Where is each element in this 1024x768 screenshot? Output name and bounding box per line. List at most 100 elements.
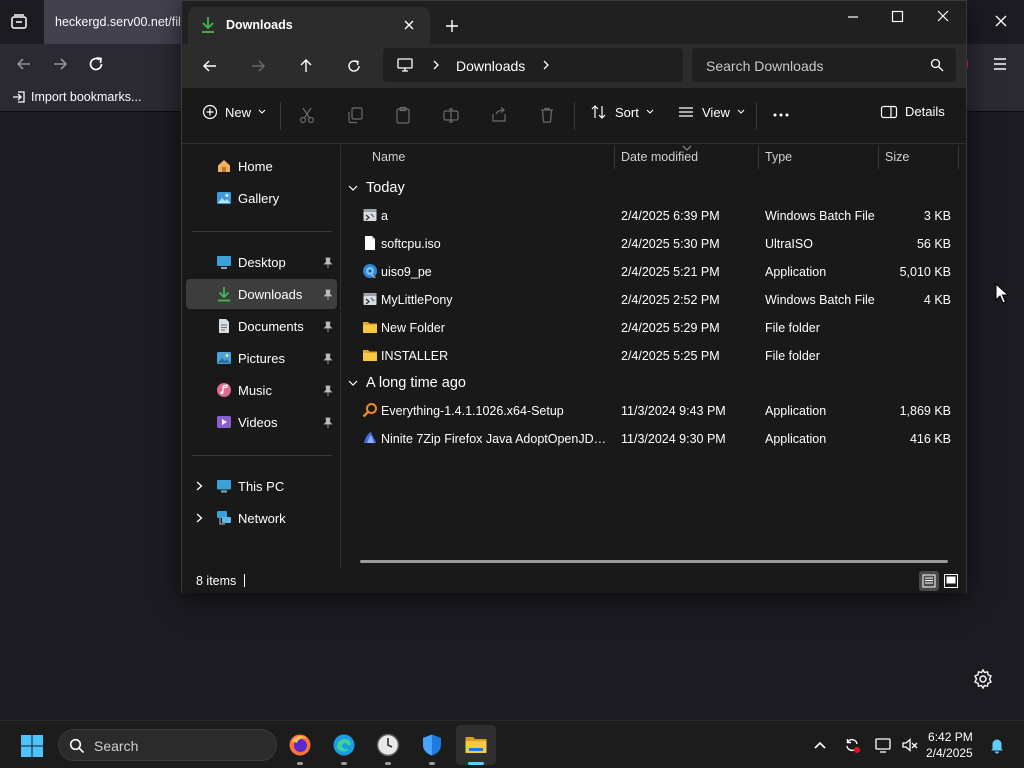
import-bookmarks-button[interactable]: Import bookmarks... [12, 90, 141, 104]
nav-item-pictures[interactable]: Pictures [186, 343, 337, 373]
nav-item-music[interactable]: Music [186, 375, 337, 405]
system-clock[interactable]: 6:42 PM 2/4/2025 [926, 729, 973, 761]
sort-arrows-icon [591, 105, 606, 119]
taskbar-app-edge[interactable] [324, 725, 364, 765]
tiles-view-button[interactable] [941, 571, 961, 591]
column-date-label: Date modified [621, 150, 699, 164]
more-options-icon[interactable] [772, 106, 790, 124]
taskbar-app-firefox[interactable] [280, 725, 320, 765]
file-row[interactable]: MyLittlePony 2/4/2025 2:52 PM Windows Ba… [342, 285, 962, 313]
explorer-tab[interactable]: Downloads [188, 7, 430, 44]
sync-icon[interactable] [843, 736, 861, 754]
pin-icon[interactable] [323, 385, 333, 396]
file-size: 3 KB [923, 209, 951, 223]
file-row[interactable]: New Folder 2/4/2025 5:29 PM File folder [342, 313, 962, 341]
file-date: 2/4/2025 2:52 PM [621, 293, 720, 307]
search-input[interactable]: Search Downloads [692, 48, 956, 82]
details-pane-button[interactable]: Details [880, 104, 945, 119]
new-label: New [225, 104, 252, 120]
reload-icon[interactable] [86, 54, 106, 74]
nav-label-home: Home [238, 159, 273, 174]
column-header-size[interactable]: Size [879, 145, 959, 169]
chevron-up-icon[interactable] [811, 736, 829, 754]
new-button[interactable]: New [202, 104, 266, 120]
nav-item-gallery[interactable]: Gallery [186, 183, 337, 213]
toolbar-divider [280, 102, 281, 130]
nav-item-downloads[interactable]: Downloads [186, 279, 337, 309]
pin-icon[interactable] [323, 353, 333, 364]
chevron-right-icon[interactable] [431, 60, 441, 70]
edge-icon [333, 734, 355, 756]
everything-app-icon [362, 403, 377, 418]
taskbar-app-security[interactable] [412, 725, 452, 765]
up-arrow-icon[interactable] [296, 56, 316, 76]
pin-icon[interactable] [323, 321, 333, 332]
windows-start-icon[interactable] [20, 734, 44, 758]
forward-arrow-icon[interactable] [248, 56, 268, 76]
paste-icon[interactable] [394, 106, 412, 124]
nav-item-desktop[interactable]: Desktop [186, 247, 337, 277]
sort-button[interactable]: Sort [590, 104, 654, 120]
file-row[interactable]: uiso9_pe 2/4/2025 5:21 PM Application 5,… [342, 257, 962, 285]
share-icon[interactable] [490, 106, 508, 124]
chevron-right-icon[interactable] [195, 481, 204, 491]
maximize-icon[interactable] [886, 7, 908, 27]
cut-icon[interactable] [298, 106, 316, 124]
taskbar-search-box[interactable]: Search [58, 729, 277, 761]
file-row[interactable]: a 2/4/2025 6:39 PM Windows Batch File 3 … [342, 201, 962, 229]
video-icon [217, 416, 231, 428]
details-view-button[interactable] [919, 571, 939, 591]
new-tab-plus-icon[interactable] [444, 18, 460, 34]
file-row[interactable]: INSTALLER 2/4/2025 5:25 PM File folder [342, 341, 962, 369]
trash-icon[interactable] [538, 106, 556, 124]
file-row[interactable]: Ninite 7Zip Firefox Java AdoptOpenJDK x.… [342, 424, 962, 452]
close-window-icon[interactable] [932, 7, 954, 27]
clock-date: 2/4/2025 [926, 746, 973, 760]
folder-icon [363, 322, 377, 333]
nav-item-videos[interactable]: Videos [186, 407, 337, 437]
forward-arrow-icon[interactable] [50, 54, 70, 74]
address-path-box[interactable]: Downloads [383, 48, 683, 82]
taskbar-app-file-explorer[interactable] [456, 725, 496, 765]
taskbar-app-clock[interactable] [368, 725, 408, 765]
refresh-icon[interactable] [344, 56, 364, 76]
back-arrow-icon[interactable] [14, 54, 34, 74]
minimize-icon[interactable] [842, 7, 864, 27]
group-header-long-ago[interactable]: A long time ago [348, 372, 466, 394]
column-divider[interactable] [958, 145, 959, 169]
back-arrow-icon[interactable] [200, 56, 220, 76]
view-button[interactable]: View [677, 104, 745, 120]
file-row[interactable]: softcpu.iso 2/4/2025 5:30 PM UltraISO 56… [342, 229, 962, 257]
nav-item-this-pc[interactable]: This PC [186, 471, 337, 501]
nav-item-network[interactable]: Network [186, 503, 337, 533]
chevron-right-icon[interactable] [541, 60, 551, 70]
pin-icon[interactable] [323, 289, 333, 300]
chevron-right-icon[interactable] [195, 513, 204, 523]
file-name: uiso9_pe [381, 265, 432, 279]
notification-bell-icon[interactable] [988, 736, 1006, 754]
browser-tab[interactable]: heckergd.serv00.net/file [44, 0, 184, 44]
pin-icon[interactable] [323, 417, 333, 428]
file-row[interactable]: Everything-1.4.1.1026.x64-Setup 11/3/202… [342, 396, 962, 424]
copy-icon[interactable] [346, 106, 364, 124]
horizontal-scrollbar[interactable] [360, 560, 948, 563]
close-icon[interactable] [992, 12, 1010, 30]
nav-item-documents[interactable]: Documents [186, 311, 337, 341]
plus-circle-icon [202, 104, 218, 120]
pin-icon[interactable] [323, 257, 333, 268]
search-icon [69, 738, 85, 754]
gear-icon[interactable] [972, 668, 994, 690]
folder-icon [363, 350, 377, 361]
hamburger-menu-icon[interactable] [990, 54, 1010, 74]
rename-icon[interactable] [442, 106, 460, 124]
close-tab-icon[interactable] [402, 18, 416, 32]
group-header-today[interactable]: Today [348, 177, 405, 199]
volume-muted-icon[interactable] [901, 736, 919, 754]
breadcrumb-downloads[interactable]: Downloads [456, 58, 525, 74]
batch-file-icon [363, 209, 377, 221]
nav-item-home[interactable]: Home [186, 151, 337, 181]
column-header-type[interactable]: Type [759, 145, 879, 169]
list-all-tabs-icon[interactable] [10, 13, 28, 31]
display-icon[interactable] [874, 736, 892, 754]
column-header-name[interactable]: Name [366, 145, 615, 169]
